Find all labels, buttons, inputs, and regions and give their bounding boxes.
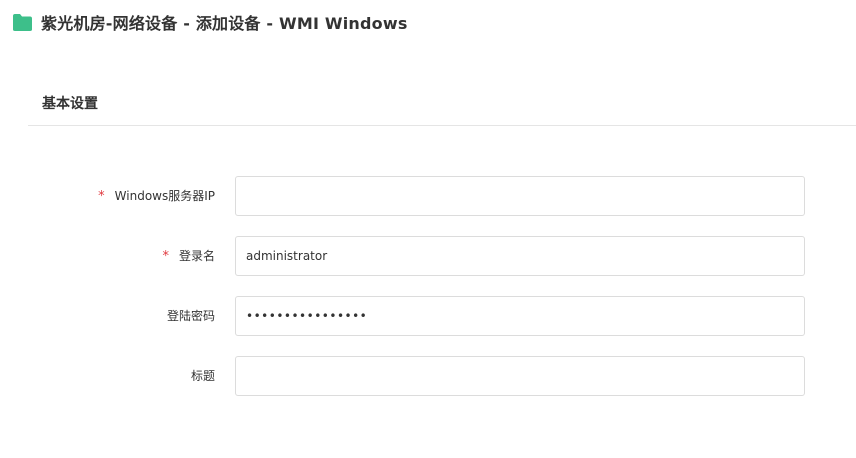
title-bar: 紫光机房-网络设备 - 添加设备 - WMI Windows bbox=[12, 11, 408, 33]
page: 紫光机房-网络设备 - 添加设备 - WMI Windows 基本设置 * Win… bbox=[0, 0, 856, 458]
login-name-label: * 登录名 bbox=[162, 236, 215, 276]
required-star: * bbox=[162, 249, 169, 264]
login-name-input[interactable] bbox=[235, 236, 805, 276]
form-row-server-ip: * Windows服务器IP bbox=[0, 176, 856, 216]
section-title: 基本设置 bbox=[42, 96, 98, 112]
form-row-password: 登陆密码 bbox=[0, 296, 856, 336]
password-label: 登陆密码 bbox=[167, 296, 215, 336]
required-star: * bbox=[98, 189, 105, 204]
title-label: 标题 bbox=[191, 356, 215, 396]
form-row-title: 标题 bbox=[0, 356, 856, 396]
login-name-label-text: 登录名 bbox=[178, 249, 215, 263]
section-header: 基本设置 bbox=[28, 80, 856, 126]
title-input[interactable] bbox=[235, 356, 805, 396]
password-input[interactable] bbox=[235, 296, 805, 336]
page-title: 紫光机房-网络设备 - 添加设备 - WMI Windows bbox=[41, 14, 408, 33]
server-ip-label: * Windows服务器IP bbox=[98, 176, 215, 216]
server-ip-label-text: Windows服务器IP bbox=[114, 189, 215, 203]
folder-icon bbox=[13, 13, 32, 31]
form-row-login-name: * 登录名 bbox=[0, 236, 856, 276]
server-ip-input[interactable] bbox=[235, 176, 805, 216]
title-label-text: 标题 bbox=[190, 369, 215, 383]
password-label-text: 登陆密码 bbox=[166, 309, 215, 323]
